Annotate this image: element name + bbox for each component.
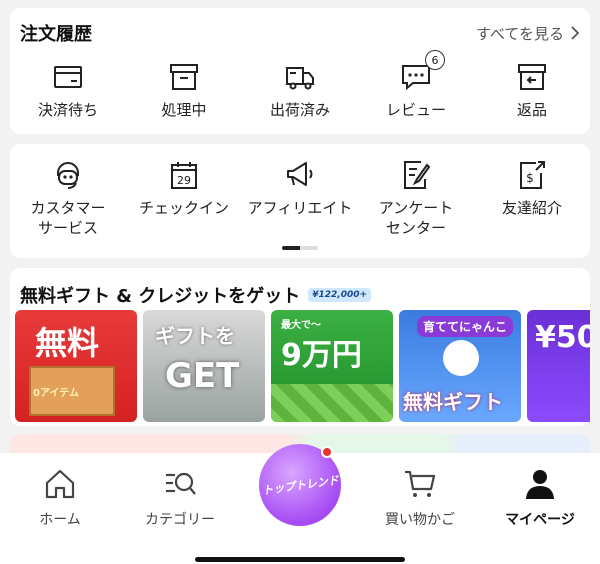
order-item-label: 処理中 [161,101,207,119]
order-history-card: 注文履歴 すべてを見る 決済待ち 処理中 出荷済み 6 レビュー 返品 [10,8,590,134]
banner-text: 9万円 [281,338,362,373]
services-card: カスタマー サービス 29 チェックイン アフィリエイト アンケート センター … [10,144,590,258]
order-awaiting-payment[interactable]: 決済待ち [12,60,124,120]
gift-banner-get[interactable]: ギフトを GET [143,310,265,422]
gift-banner-carousel[interactable]: 無料 0アイテム ギフトを GET 最大で～ 9万円 育ててにゃんこ 無料ギフト… [15,310,590,422]
banner-sub: 最大で～ [281,320,321,331]
survey-icon [404,161,431,189]
tab-label: マイページ [505,512,575,528]
gifts-card: 無料ギフト & クレジットをゲット ¥122,000+ 無料 0アイテム ギフト… [10,268,590,426]
see-all-label: すべてを見る [475,24,564,43]
banner-text: 無料 [35,324,100,362]
gift-banner-cat[interactable]: 育ててにゃんこ 無料ギフト [399,310,521,422]
tab-mypage[interactable]: マイページ [485,467,595,529]
person-icon [526,470,554,499]
order-processing[interactable]: 処理中 [128,60,240,120]
top-trend-label: トップトレンド [261,473,340,498]
banner-text: ギフトを [155,324,235,348]
bottom-tab-bar: ホーム カテゴリー トップトレンド 買い物かご マイページ [0,444,600,564]
card-icon [54,66,82,88]
box-icon [170,64,198,90]
truck-icon [286,67,314,90]
affiliate[interactable]: アフィリエイト [244,158,356,238]
order-item-label: 決済待ち [37,101,98,119]
cart-icon [405,470,436,497]
gift-banner-cash[interactable]: 最大で～ 9万円 [271,310,393,422]
banner-sub: 0アイテム [33,388,79,399]
tab-label: 買い物かご [385,512,455,528]
banner-sub: 育ててにゃんこ [417,316,514,337]
order-review[interactable]: 6 レビュー [360,50,472,120]
calendar-day-text: 29 [177,174,191,187]
category-search-icon [166,472,196,495]
megaphone-icon [287,162,313,186]
money-illustration [271,384,393,422]
tab-cart[interactable]: 買い物かご [365,467,475,529]
invite-friends[interactable]: $ 友達紹介 [476,158,588,238]
tab-home[interactable]: ホーム [5,467,115,529]
service-item-label: 友達紹介 [501,199,562,217]
top-trend-button[interactable]: トップトレンド [259,444,341,526]
gifts-title: 無料ギフト & クレジットをゲット [20,286,301,307]
service-item-label: アンケート センター [378,199,454,237]
banner-text: ¥50 [535,320,590,355]
tab-label: カテゴリー [145,512,215,528]
banner-sub: GET [165,356,240,396]
service-item-label: カスタマー サービス [30,199,106,237]
tab-label: ホーム [39,512,81,528]
order-item-label: 出荷済み [269,101,330,119]
banner-text: 無料ギフト [403,390,503,414]
gift-banner-free[interactable]: 無料 0アイテム [15,310,137,422]
gift-amount-tag: ¥122,000+ [308,288,372,302]
service-item-label: アフィリエイト [247,199,353,217]
order-history-title: 注文履歴 [20,24,92,45]
tab-category[interactable]: カテゴリー [125,467,235,529]
review-count-badge: 6 [425,50,445,70]
gift-banner-yen[interactable]: ¥50 [527,310,590,422]
order-item-label: 返品 [516,101,547,119]
service-item-label: チェックイン [138,199,229,217]
services-pager [282,246,318,250]
notification-dot [321,446,333,458]
cat-illustration [443,340,479,376]
invite-icon: $ [520,161,545,189]
headset-icon [57,162,79,189]
see-all-link[interactable]: すべてを見る [476,23,580,44]
dollar-text: $ [526,171,534,185]
customer-service[interactable]: カスタマー サービス [12,158,124,238]
survey-center[interactable]: アンケート センター [360,158,472,238]
order-shipped[interactable]: 出荷済み [244,60,356,120]
order-returns[interactable]: 返品 [476,60,588,120]
chevron-right-icon [571,26,580,40]
home-icon [45,469,75,499]
calendar-icon: 29 [171,162,197,189]
return-icon [518,64,546,90]
order-item-label: レビュー [385,101,446,119]
check-in[interactable]: 29 チェックイン [128,158,240,238]
home-indicator [195,557,405,562]
